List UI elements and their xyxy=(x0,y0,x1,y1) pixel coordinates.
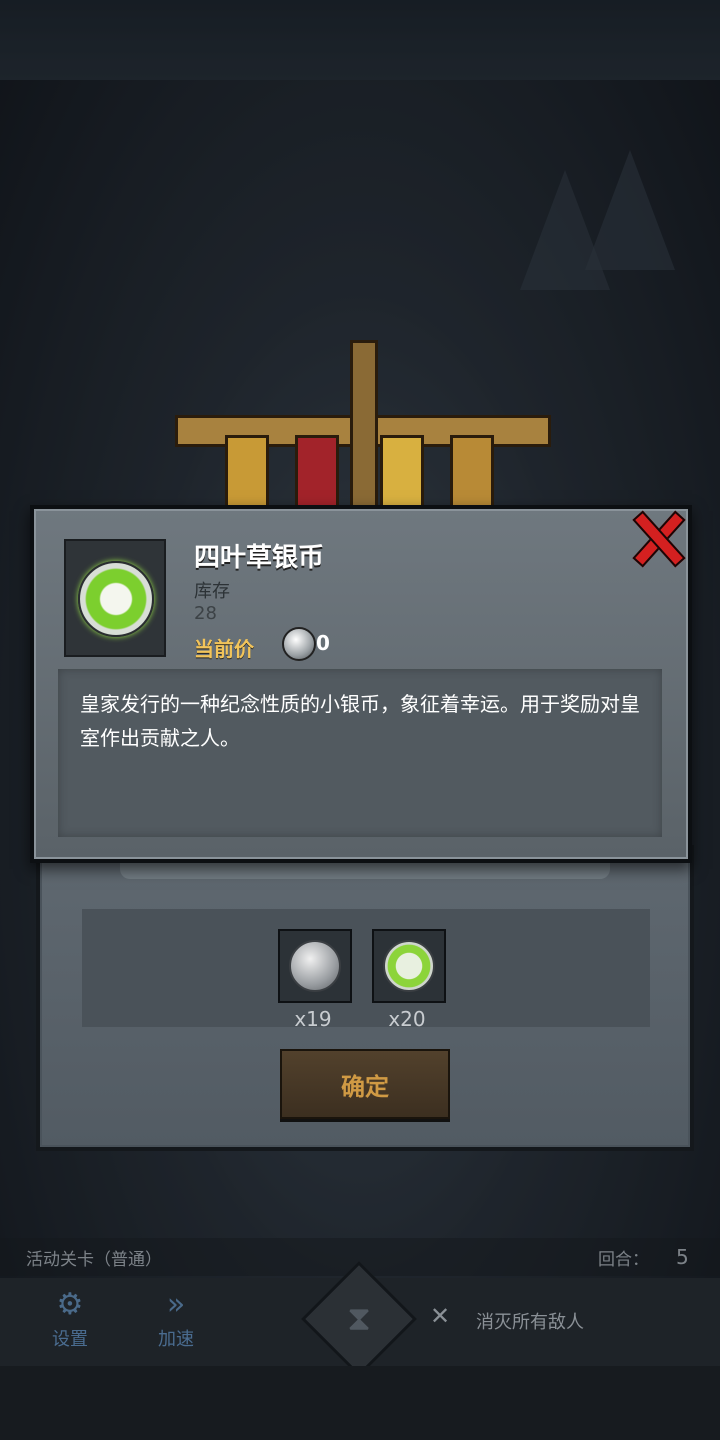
confirm-button[interactable]: 确定 xyxy=(280,1049,450,1119)
reward-slot-silver-coin[interactable] xyxy=(278,929,352,1003)
reward-slot-clover-coin[interactable] xyxy=(372,929,446,1003)
stock-value: 28 xyxy=(194,603,217,624)
speed-label: 加速 xyxy=(158,1329,194,1350)
hourglass-icon: ⧗ xyxy=(347,1299,371,1339)
clover-silver-coin-icon xyxy=(383,940,435,992)
reward-count: x20 xyxy=(388,1007,426,1031)
item-detail-dialog: 四叶草银币 库存 28 当前价 0 皇家发行的一种纪念性质的小银币，象征着幸运。… xyxy=(30,505,692,863)
gear-icon: ⚙ xyxy=(56,1287,84,1322)
item-description: 皇家发行的一种纪念性质的小银币，象征着幸运。用于奖励对皇室作出贡献之人。 xyxy=(80,692,640,750)
objective-text: 消灭所有敌人 xyxy=(476,1312,584,1333)
item-icon-frame xyxy=(64,539,166,657)
reward-list-area xyxy=(82,909,650,1027)
price-label: 当前价 xyxy=(194,637,254,661)
item-name: 四叶草银币 xyxy=(194,543,325,573)
settings-label: 设置 xyxy=(52,1329,88,1350)
close-button[interactable] xyxy=(630,510,686,568)
speed-up-button[interactable]: » 加速 xyxy=(140,1285,212,1357)
stock-label: 库存 xyxy=(194,581,230,602)
settings-button[interactable]: ⚙ 设置 xyxy=(34,1285,106,1357)
round-value: 5 xyxy=(676,1245,689,1269)
stage-label: 活动关卡（普通） xyxy=(26,1250,162,1270)
round-label: 回合： xyxy=(598,1250,649,1270)
bottom-band xyxy=(0,1366,720,1440)
fast-forward-icon: » xyxy=(166,1287,186,1322)
price-value: 0 xyxy=(316,631,330,655)
item-description-box: 皇家发行的一种纪念性质的小银币，象征着幸运。用于奖励对皇室作出贡献之人。 xyxy=(58,669,662,837)
silver-coin-icon xyxy=(289,940,341,992)
silver-coin-icon xyxy=(282,627,316,661)
clover-silver-coin-icon xyxy=(78,561,154,637)
stage-banner-decoration xyxy=(175,335,551,521)
crossed-swords-icon: ✕ xyxy=(430,1302,451,1330)
reward-count: x19 xyxy=(294,1007,332,1031)
reward-panel: x19 x20 确定 xyxy=(36,845,694,1151)
banner-post xyxy=(350,340,378,516)
